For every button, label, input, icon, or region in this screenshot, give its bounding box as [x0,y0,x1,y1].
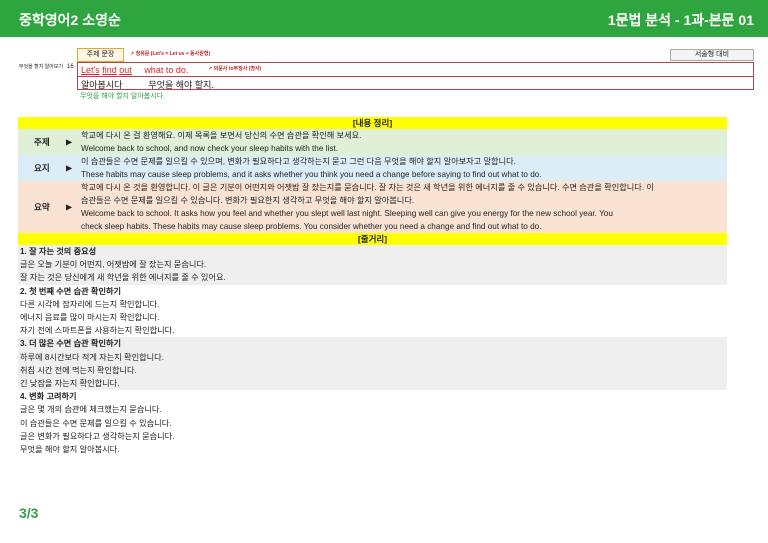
section-line: 이 습관들은 수면 문제를 일으킬 수 있습니다. [20,418,172,428]
essay-prep-tag: 서술형 대비 [670,49,754,61]
section-line: 에너지 음료를 많이 마시는지 확인합니다. [20,313,160,323]
summary-tag: 요약 ▶ [34,202,73,212]
arrow-icon: ▶ [66,137,73,147]
sentence-box: Let's find out what to do. ↗ 의문사 to부정사 (… [77,62,754,90]
grammar-analysis: 무엇을 할지 알아보기 16 주제 문장 ↗ 청유문 (Let's = Let … [18,48,754,103]
translation: 무엇을 해야 할지 알아봅시다. [80,93,166,100]
section-line: 글은 오늘 기분이 어떤지, 어젯밤에 잘 잤는지 묻습니다. [18,258,727,272]
theme-sentence-tag: 주제 문장 [77,48,124,62]
section-line: 잘 자는 것은 당신에게 새 학년을 위한 에너지를 줄 수 있어요. [18,271,727,285]
section-line: 하루에 8시간보다 적게 자는지 확인합니다. [18,350,727,364]
korean-gloss: 알아봅시다 무엇을 해야 할지. [81,78,214,91]
summary-text: 학교에 다시 온 걸 환영해요. 이제 목록을 보면서 당신의 수면 습관을 확… [81,131,362,153]
arrow-icon: ▶ [66,202,73,212]
grammar-note-infinitive: ↗ 의문사 to부정사 (명사) [208,66,262,72]
section-title: 3. 더 많은 수면 습관 확인하기 [18,337,727,351]
summary-tag: 요지 ▶ [34,163,73,173]
section-title: 1. 잘 자는 것의 중요성 [18,245,727,259]
section-line: 글은 변화가 필요하다고 생각하는지 묻습니다. [20,431,175,441]
summary-row-gist: 요지 ▶ 이 습관들은 수면 문제를 일으킬 수 있으며, 변화가 필요하다고 생… [18,155,727,181]
summary-row-summary: 요약 ▶ 학교에 다시 온 것을 환영합니다. 이 글은 기분이 어떤지와 어젯밤… [18,181,727,233]
word-find: find [102,65,117,75]
section-line: 다른 시각에 잠자리에 드는지 확인합니다. [20,299,160,309]
section-title: 2. 첫 번째 수면 습관 확인하기 [20,286,122,296]
summary-text: 학교에 다시 온 것을 환영합니다. 이 글은 기분이 어떤지와 어젯밤 잘 잤… [81,183,654,231]
content-area: [내용 정리] 주제 ▶ 학교에 다시 온 걸 환영해요. 이제 목록을 보면서 … [18,117,727,456]
korean-gloss-1: 알아봅시다 [81,80,123,90]
title-bar: 중학영어2 소영순 1문법 분석 - 1과-본문 01 [0,0,768,37]
word-out: out [119,65,132,75]
summary-text: 이 습관들은 수면 문제를 일으킬 수 있으며, 변화가 필요하다고 생각하는지… [81,157,542,179]
section-line: 자기 전에 스마트폰을 사용하는지 확인합니다. [20,326,175,336]
sentence-number: 16 [67,64,74,70]
outline-header: [줄거리] [18,233,727,245]
sentence-label: 무엇을 할지 알아보기 [18,64,64,70]
english-sentence: Let's find out what to do. [81,65,188,75]
section-line: 무엇을 해야 할지 알아봅시다. [20,445,120,455]
book-title: 중학영어2 소영순 [19,12,121,28]
korean-gloss-2: 무엇을 해야 할지. [148,80,214,90]
word-lets: Let's [81,65,100,75]
lesson-title: 1문법 분석 - 1과-본문 01 [607,12,754,28]
summary-row-topic: 주제 ▶ 학교에 다시 온 걸 환영해요. 이제 목록을 보면서 당신의 수면 습… [18,129,727,155]
grammar-note-imperative: ↗ 청유문 (Let's = Let us + 동사원형) [130,51,211,57]
summary-tag: 주제 ▶ [34,137,73,147]
page-number: 3/3 [19,505,39,521]
section-line: 긴 낮잠을 자는지 확인합니다. [18,377,727,391]
section-line: 취침 시간 전에 먹는지 확인합니다. [18,363,727,378]
section-title: 4. 변화 고려하기 [20,392,77,402]
summary-header: [내용 정리] [18,117,727,129]
arrow-icon: ▶ [66,163,73,173]
divider [78,76,753,77]
word-what-to-do: what to do. [144,65,189,75]
section-line: 글은 몇 개의 습관에 체크했는지 묻습니다. [20,405,162,415]
